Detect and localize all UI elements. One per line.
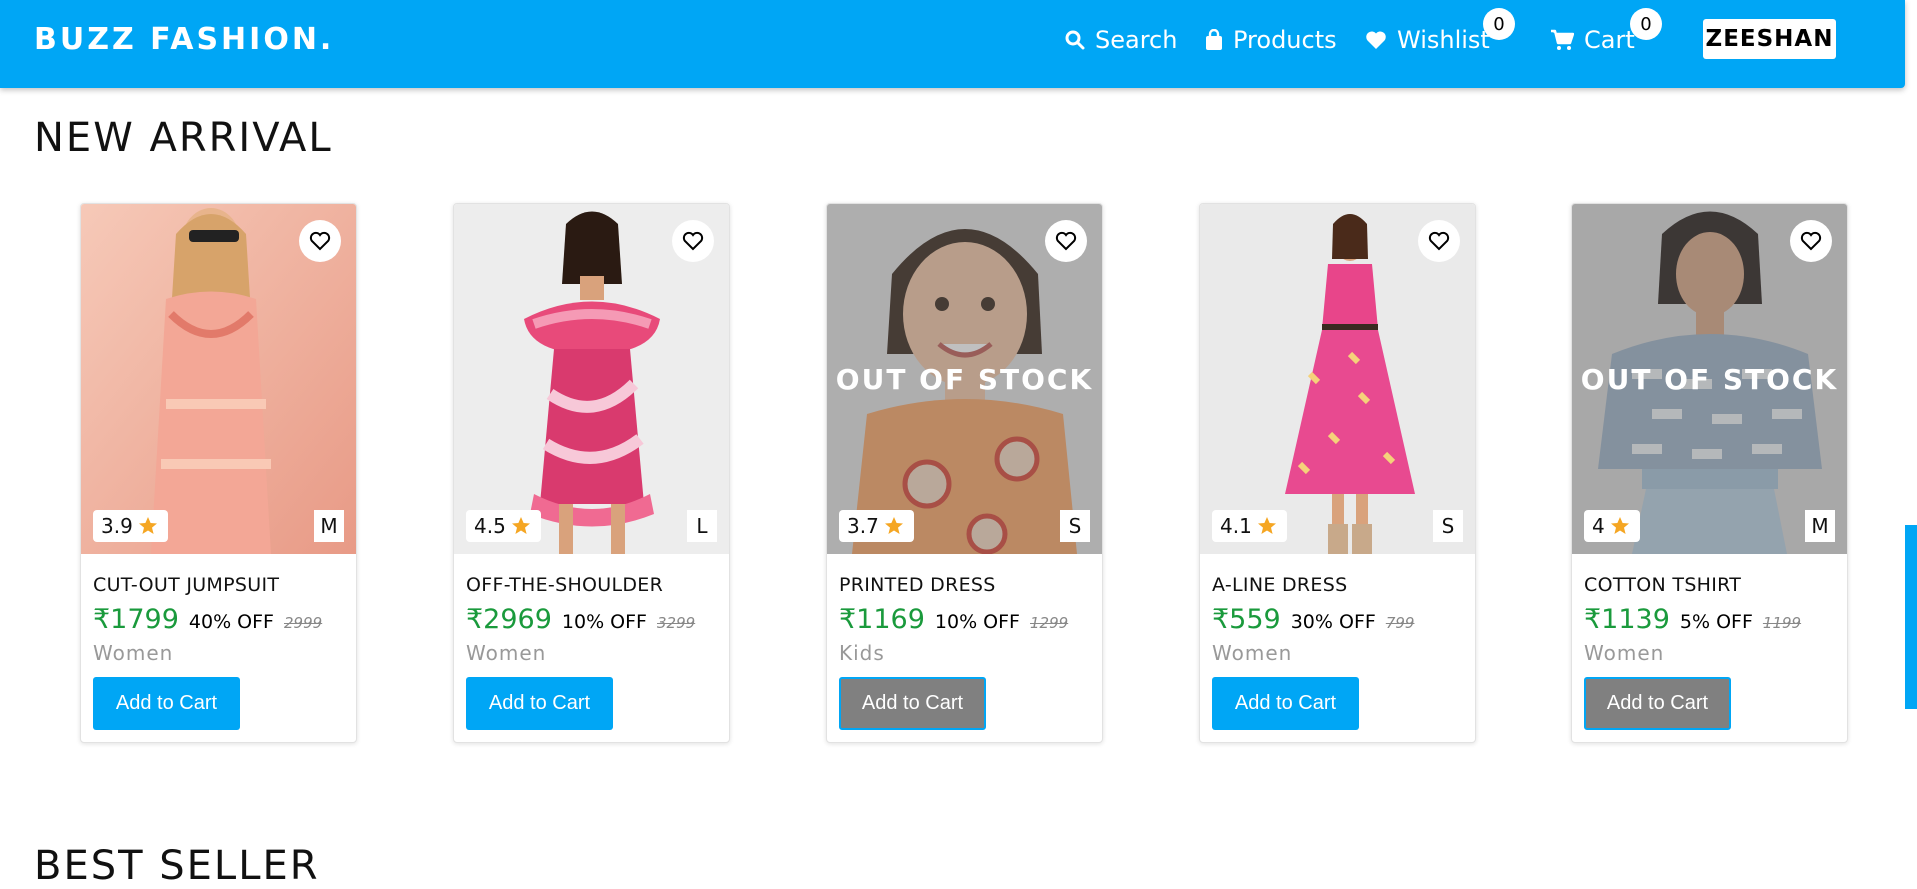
product-image[interactable]: 4.1 S [1200, 204, 1475, 554]
product-category: Kids [839, 641, 885, 665]
product-name: A-LINE DRESS [1212, 574, 1348, 596]
rating-badge: 3.7 [839, 510, 914, 542]
add-to-cart-button[interactable]: Add to Cart [1212, 677, 1359, 730]
product-category: Women [466, 641, 547, 665]
size-badge: S [1060, 510, 1090, 542]
product-category: Women [1584, 641, 1665, 665]
nav-products-label: Products [1233, 26, 1337, 54]
rating-badge: 4 [1584, 510, 1640, 542]
star-icon [884, 517, 903, 534]
product-mrp: 1199 [1762, 614, 1802, 632]
product-image[interactable]: 4.5 L [454, 204, 729, 554]
product-image[interactable]: 3.9 M [81, 204, 356, 554]
add-to-cart-button[interactable]: Add to Cart [1584, 677, 1731, 730]
product-name: OFF-THE-SHOULDER [466, 574, 664, 596]
rating-badge: 4.1 [1212, 510, 1287, 542]
size-badge: S [1433, 510, 1463, 542]
user-account-button[interactable]: ZEESHAN [1703, 19, 1836, 59]
product-discount: 5% OFF [1679, 611, 1753, 633]
wishlist-toggle-button[interactable] [299, 220, 341, 262]
product-discount: 40% OFF [188, 611, 274, 633]
product-name: PRINTED DRESS [839, 574, 996, 596]
product-card[interactable]: OUT OF STOCK 3.7 S PRINTED DRESS ₹1169 1… [826, 203, 1103, 743]
product-discount: 10% OFF [934, 611, 1020, 633]
product-category: Women [93, 641, 174, 665]
rating-value: 3.9 [101, 514, 133, 538]
navbar: BUZZ FASHION. Search Products Wishlist 0… [0, 0, 1905, 88]
star-icon [511, 517, 530, 534]
rating-value: 3.7 [847, 514, 879, 538]
section-title-best-seller: BEST SELLER [34, 843, 320, 889]
rating-value: 4 [1592, 514, 1605, 538]
rating-badge: 3.9 [93, 510, 168, 542]
add-to-cart-button[interactable]: Add to Cart [93, 677, 240, 730]
heart-outline-icon [1055, 231, 1077, 251]
wishlist-toggle-button[interactable] [1045, 220, 1087, 262]
nav-search[interactable]: Search [1065, 22, 1177, 58]
add-to-cart-button[interactable]: Add to Cart [466, 677, 613, 730]
nav-cart[interactable]: Cart 0 [1550, 8, 1662, 58]
heart-outline-icon [1800, 231, 1822, 251]
product-discount: 10% OFF [561, 611, 647, 633]
product-price: ₹1169 [839, 604, 925, 635]
size-badge: L [687, 510, 717, 542]
nav-search-label: Search [1095, 26, 1178, 54]
star-icon [1610, 517, 1629, 534]
product-image[interactable]: OUT OF STOCK 3.7 S [827, 204, 1102, 554]
wishlist-toggle-button[interactable] [672, 220, 714, 262]
heart-icon [1366, 31, 1386, 49]
rating-value: 4.5 [474, 514, 506, 538]
product-mrp: 799 [1385, 614, 1415, 632]
product-name: COTTON TSHIRT [1584, 574, 1742, 596]
nav-cart-label: Cart [1584, 26, 1635, 54]
shopping-bag-icon [1206, 29, 1222, 50]
product-price: ₹1799 [93, 604, 179, 635]
nav-wishlist[interactable]: Wishlist 0 [1365, 8, 1515, 58]
rating-badge: 4.5 [466, 510, 541, 542]
nav-products[interactable]: Products [1205, 22, 1337, 58]
star-icon [1257, 517, 1276, 534]
heart-outline-icon [309, 231, 331, 251]
section-title-new-arrival: NEW ARRIVAL [34, 115, 333, 161]
nav-wishlist-label: Wishlist [1397, 26, 1490, 54]
product-mrp: 1299 [1030, 614, 1069, 632]
size-badge: M [1805, 510, 1835, 542]
heart-outline-icon [1428, 231, 1450, 251]
product-mrp: 3299 [657, 614, 696, 632]
cart-icon [1551, 29, 1574, 50]
add-to-cart-button[interactable]: Add to Cart [839, 677, 986, 730]
product-card[interactable]: 4.1 S A-LINE DRESS ₹559 30% OFF 799 Wome… [1199, 203, 1476, 743]
product-card[interactable]: 3.9 M CUT-OUT JUMPSUIT ₹1799 40% OFF 299… [80, 203, 357, 743]
product-discount: 30% OFF [1290, 611, 1376, 633]
star-icon [138, 517, 157, 534]
wishlist-count-badge: 0 [1483, 8, 1515, 40]
rating-value: 4.1 [1220, 514, 1252, 538]
product-price: ₹559 [1212, 604, 1281, 635]
product-name: CUT-OUT JUMPSUIT [93, 574, 280, 596]
product-mrp: 2999 [284, 614, 323, 632]
product-price: ₹2969 [466, 604, 552, 635]
product-category: Women [1212, 641, 1293, 665]
brand-logo[interactable]: BUZZ FASHION. [34, 22, 334, 57]
product-card[interactable]: 4.5 L OFF-THE-SHOULDER ₹2969 10% OFF 329… [453, 203, 730, 743]
heart-outline-icon [682, 231, 704, 251]
product-card[interactable]: OUT OF STOCK 4 M COTTON TSHIRT ₹1139 5% … [1571, 203, 1848, 743]
wishlist-toggle-button[interactable] [1790, 220, 1832, 262]
page-scrollbar[interactable] [1905, 525, 1917, 709]
cart-count-badge: 0 [1630, 8, 1662, 40]
product-image[interactable]: OUT OF STOCK 4 M [1572, 204, 1847, 554]
product-price: ₹1139 [1584, 604, 1670, 635]
search-icon [1065, 30, 1085, 50]
wishlist-toggle-button[interactable] [1418, 220, 1460, 262]
size-badge: M [314, 510, 344, 542]
